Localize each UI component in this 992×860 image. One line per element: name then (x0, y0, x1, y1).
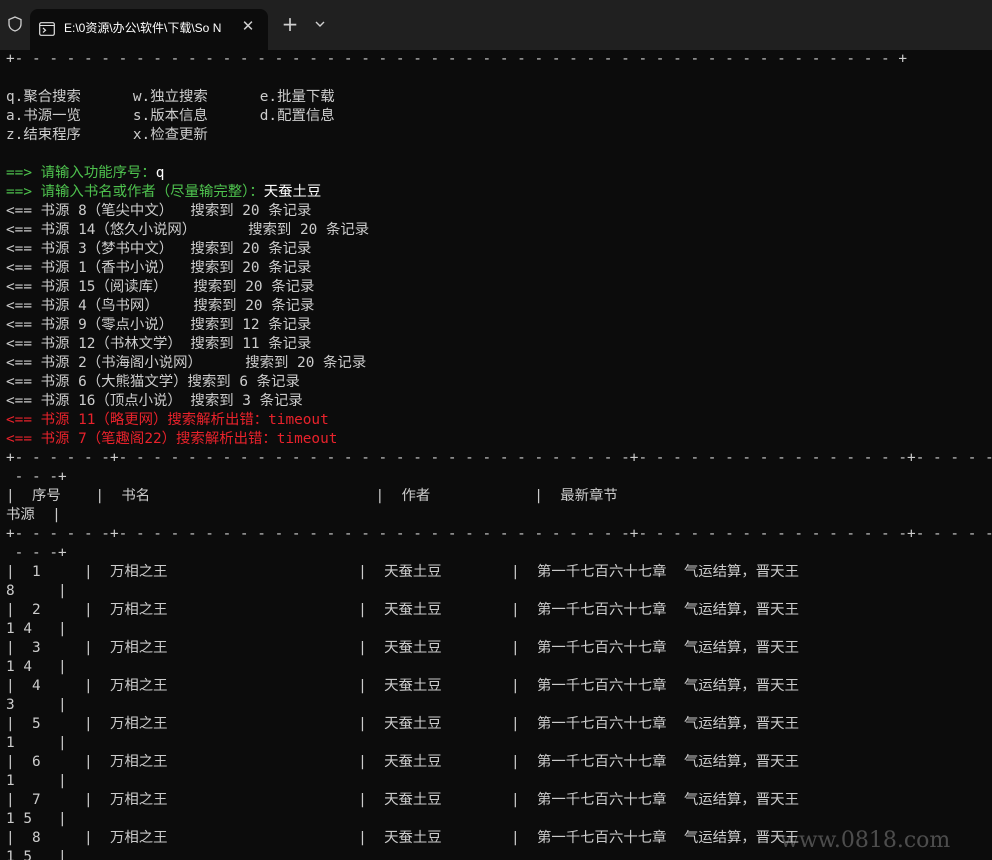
table-border-wrap: - - -+ (6, 469, 67, 485)
watermark: www.0818.com (780, 828, 951, 853)
terminal-icon (39, 21, 55, 36)
table-row: | 6 | 万相之王 | 天蚕土豆 | 第一千七百六十七章 气运结算，晋天王 (6, 754, 799, 770)
table-row: | 4 | 万相之王 | 天蚕土豆 | 第一千七百六十七章 气运结算，晋天王 (6, 678, 799, 694)
search-result: <== 书源 15（阅读库） 搜索到 20 条记录 (6, 279, 315, 295)
table-row: | 1 | 万相之王 | 天蚕土豆 | 第一千七百六十七章 气运结算，晋天王 (6, 564, 799, 580)
new-tab-button[interactable]: + (280, 14, 300, 34)
search-result: <== 书源 8（笔尖中文） 搜索到 20 条记录 (6, 203, 312, 219)
prompt-line: ==> 请输入书名或作者（尽量输完整）：天蚕土豆 (6, 183, 992, 202)
table-row-source: 1 4 | (6, 621, 67, 637)
title-bar: E:\0资源\办公\软件\下载\So N ✕ + (0, 0, 992, 50)
prompt-input: q (155, 165, 165, 181)
menu-row: a.书源一览 s.版本信息 d.配置信息 (6, 108, 335, 124)
table-header-wrap: 书源 | (6, 507, 61, 523)
table-border: +- - - - - -+- - - - - - - - - - - - - -… (6, 526, 992, 542)
chevron-down-icon[interactable] (310, 14, 330, 34)
search-result: <== 书源 3（梦书中文） 搜索到 20 条记录 (6, 241, 312, 257)
search-result: <== 书源 6（大熊猫文学）搜索到 6 条记录 (6, 374, 300, 390)
table-row-source: 1 4 | (6, 659, 67, 675)
table-row-source: 8 | (6, 583, 67, 599)
menu-border: +- - - - - - - - - - - - - - - - - - - -… (6, 51, 908, 67)
search-result: <== 书源 4（鸟书网） 搜索到 20 条记录 (6, 298, 315, 314)
error-line: <== 书源 11（略更网）搜索解析出错：timeout (6, 412, 329, 428)
tab-title: E:\0资源\办公\软件\下载\So N (64, 21, 222, 35)
close-icon[interactable]: ✕ (238, 16, 258, 36)
table-row-source: 3 | (6, 697, 67, 713)
search-result: <== 书源 12（书林文学） 搜索到 11 条记录 (6, 336, 312, 352)
table-border: +- - - - - -+- - - - - - - - - - - - - -… (6, 450, 992, 466)
table-border-wrap: - - -+ (6, 545, 67, 561)
menu-row: z.结束程序 x.检查更新 (6, 127, 208, 143)
search-result: <== 书源 14（悠久小说网） 搜索到 20 条记录 (6, 222, 370, 238)
search-result: <== 书源 1（香书小说） 搜索到 20 条记录 (6, 260, 312, 276)
search-result: <== 书源 2（书海阁小说网） 搜索到 20 条记录 (6, 355, 367, 371)
prompt-label: ==> 请输入功能序号： (6, 165, 156, 181)
table-header: | 序号 | 书名 | 作者 | 最新章节 (6, 488, 618, 504)
table-row-source: 1 | (6, 773, 67, 789)
table-row: | 5 | 万相之王 | 天蚕土豆 | 第一千七百六十七章 气运结算，晋天王 (6, 716, 799, 732)
table-row-source: 1 5 | (6, 811, 67, 827)
search-result: <== 书源 16（顶点小说） 搜索到 3 条记录 (6, 393, 303, 409)
prompt-line: ==> 请输入功能序号：q (6, 164, 992, 183)
error-line: <== 书源 7（笔趣阁22）搜索解析出错：timeout (6, 431, 338, 447)
table-row-source: 1 | (6, 735, 67, 751)
console-output[interactable]: +- - - - - - - - - - - - - - - - - - - -… (6, 50, 992, 860)
table-row: | 2 | 万相之王 | 天蚕土豆 | 第一千七百六十七章 气运结算，晋天王 (6, 602, 799, 618)
terminal-tab[interactable]: E:\0资源\办公\软件\下载\So N ✕ (30, 9, 268, 50)
table-row: | 7 | 万相之王 | 天蚕土豆 | 第一千七百六十七章 气运结算，晋天王 (6, 792, 799, 808)
prompt-input: 天蚕土豆 (263, 184, 322, 200)
prompt-label: ==> 请输入书名或作者（尽量输完整）： (6, 184, 264, 200)
shield-icon[interactable] (6, 14, 24, 34)
table-row: | 3 | 万相之王 | 天蚕土豆 | 第一千七百六十七章 气运结算，晋天王 (6, 640, 799, 656)
menu-row: q.聚合搜索 w.独立搜索 e.批量下载 (6, 89, 335, 105)
search-result: <== 书源 9（零点小说） 搜索到 12 条记录 (6, 317, 312, 333)
